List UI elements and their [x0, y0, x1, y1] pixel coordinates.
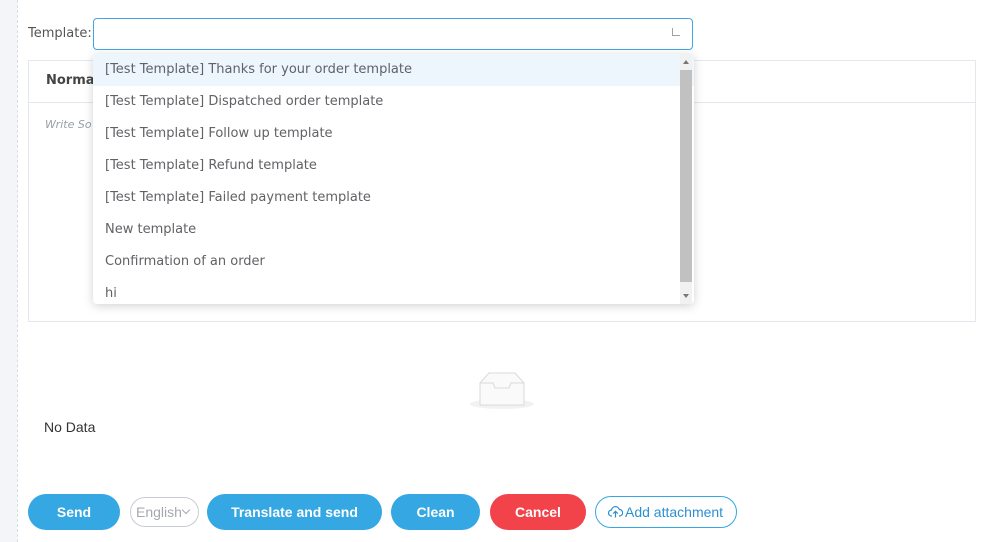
template-option[interactable]: [Test Template] Thanks for your order te…: [93, 54, 694, 86]
template-option[interactable]: New template: [93, 214, 694, 246]
scrollbar-thumb[interactable]: [680, 70, 692, 282]
template-dropdown: [Test Template] Thanks for your order te…: [93, 54, 694, 304]
scroll-down-arrow-icon[interactable]: [683, 294, 689, 298]
format-dropdown[interactable]: Normal: [46, 73, 99, 88]
template-option[interactable]: Confirmation of an order: [93, 246, 694, 278]
add-attachment-button[interactable]: Add attachment: [595, 496, 737, 528]
select-caret-icon: [672, 28, 680, 36]
scroll-up-arrow-icon[interactable]: [683, 60, 689, 64]
template-option[interactable]: [Test Template] Follow up template: [93, 118, 694, 150]
template-label: Template:: [28, 26, 92, 41]
send-button[interactable]: Send: [28, 494, 120, 530]
empty-inbox-icon: [470, 372, 534, 409]
translate-and-send-button[interactable]: Translate and send: [207, 494, 382, 530]
cancel-button[interactable]: Cancel: [490, 494, 586, 530]
dropdown-scrollbar[interactable]: [680, 54, 692, 304]
language-select[interactable]: English: [130, 497, 199, 527]
template-option[interactable]: [Test Template] Failed payment template: [93, 182, 694, 214]
template-option[interactable]: hi: [93, 278, 694, 304]
template-select[interactable]: [93, 18, 693, 50]
cloud-upload-icon: [608, 506, 623, 518]
template-option[interactable]: [Test Template] Dispatched order templat…: [93, 86, 694, 118]
language-value: English: [136, 504, 182, 520]
template-option[interactable]: [Test Template] Refund template: [93, 150, 694, 182]
clean-button[interactable]: Clean: [391, 494, 480, 530]
attachments-empty-text: No Data: [44, 419, 96, 435]
chevron-down-icon: [181, 505, 191, 515]
add-attachment-label: Add attachment: [625, 504, 724, 520]
